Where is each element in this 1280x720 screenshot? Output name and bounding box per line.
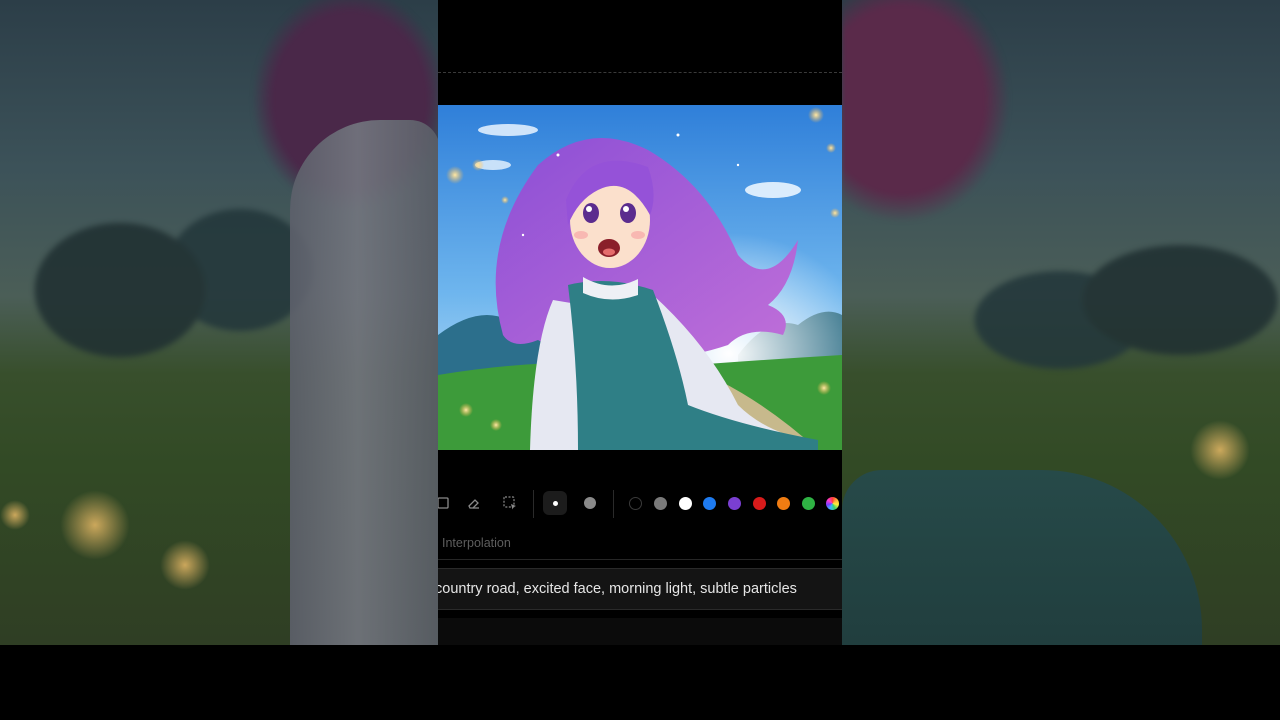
divider-top	[438, 72, 842, 73]
brush-small-button[interactable]	[543, 491, 567, 515]
drawing-toolbar	[438, 484, 842, 524]
prompt-input[interactable]: country road, excited face, morning ligh…	[438, 568, 842, 610]
color-swatch-gray[interactable]	[654, 497, 667, 510]
background-glow	[160, 540, 210, 590]
generated-image[interactable]	[438, 105, 842, 450]
color-swatch-black[interactable]	[629, 497, 642, 510]
color-swatch-red[interactable]	[753, 497, 766, 510]
toolbar-separator	[613, 490, 614, 518]
brush-small-dot	[552, 500, 558, 506]
brush-large-dot	[584, 497, 596, 509]
toolbar-separator	[533, 490, 534, 518]
background-hair-right	[842, 0, 1142, 290]
background-sleeve	[290, 120, 440, 645]
prompt-text: country road, excited face, morning ligh…	[438, 581, 797, 597]
background-glow	[1190, 420, 1250, 480]
color-swatch-white[interactable]	[679, 497, 692, 510]
editor-panel: Interpolation country road, excited face…	[438, 0, 842, 645]
rectangle-icon[interactable]	[438, 492, 454, 514]
selection-icon[interactable]	[499, 492, 521, 514]
color-swatch-purple[interactable]	[728, 497, 741, 510]
eraser-icon[interactable]	[463, 492, 485, 514]
brush-large-button[interactable]	[579, 492, 601, 514]
interpolation-label: Interpolation	[442, 536, 511, 550]
color-picker-rainbow-icon[interactable]	[826, 497, 839, 510]
color-swatch-blue[interactable]	[703, 497, 716, 510]
background-glow	[0, 500, 30, 530]
color-swatch-orange[interactable]	[777, 497, 790, 510]
bottom-letterbox	[0, 645, 1280, 720]
interpolation-row[interactable]: Interpolation	[438, 530, 842, 560]
background-glow	[60, 490, 130, 560]
color-swatch-green[interactable]	[802, 497, 815, 510]
background-dress	[842, 470, 1202, 645]
prompt-footer	[438, 618, 842, 645]
